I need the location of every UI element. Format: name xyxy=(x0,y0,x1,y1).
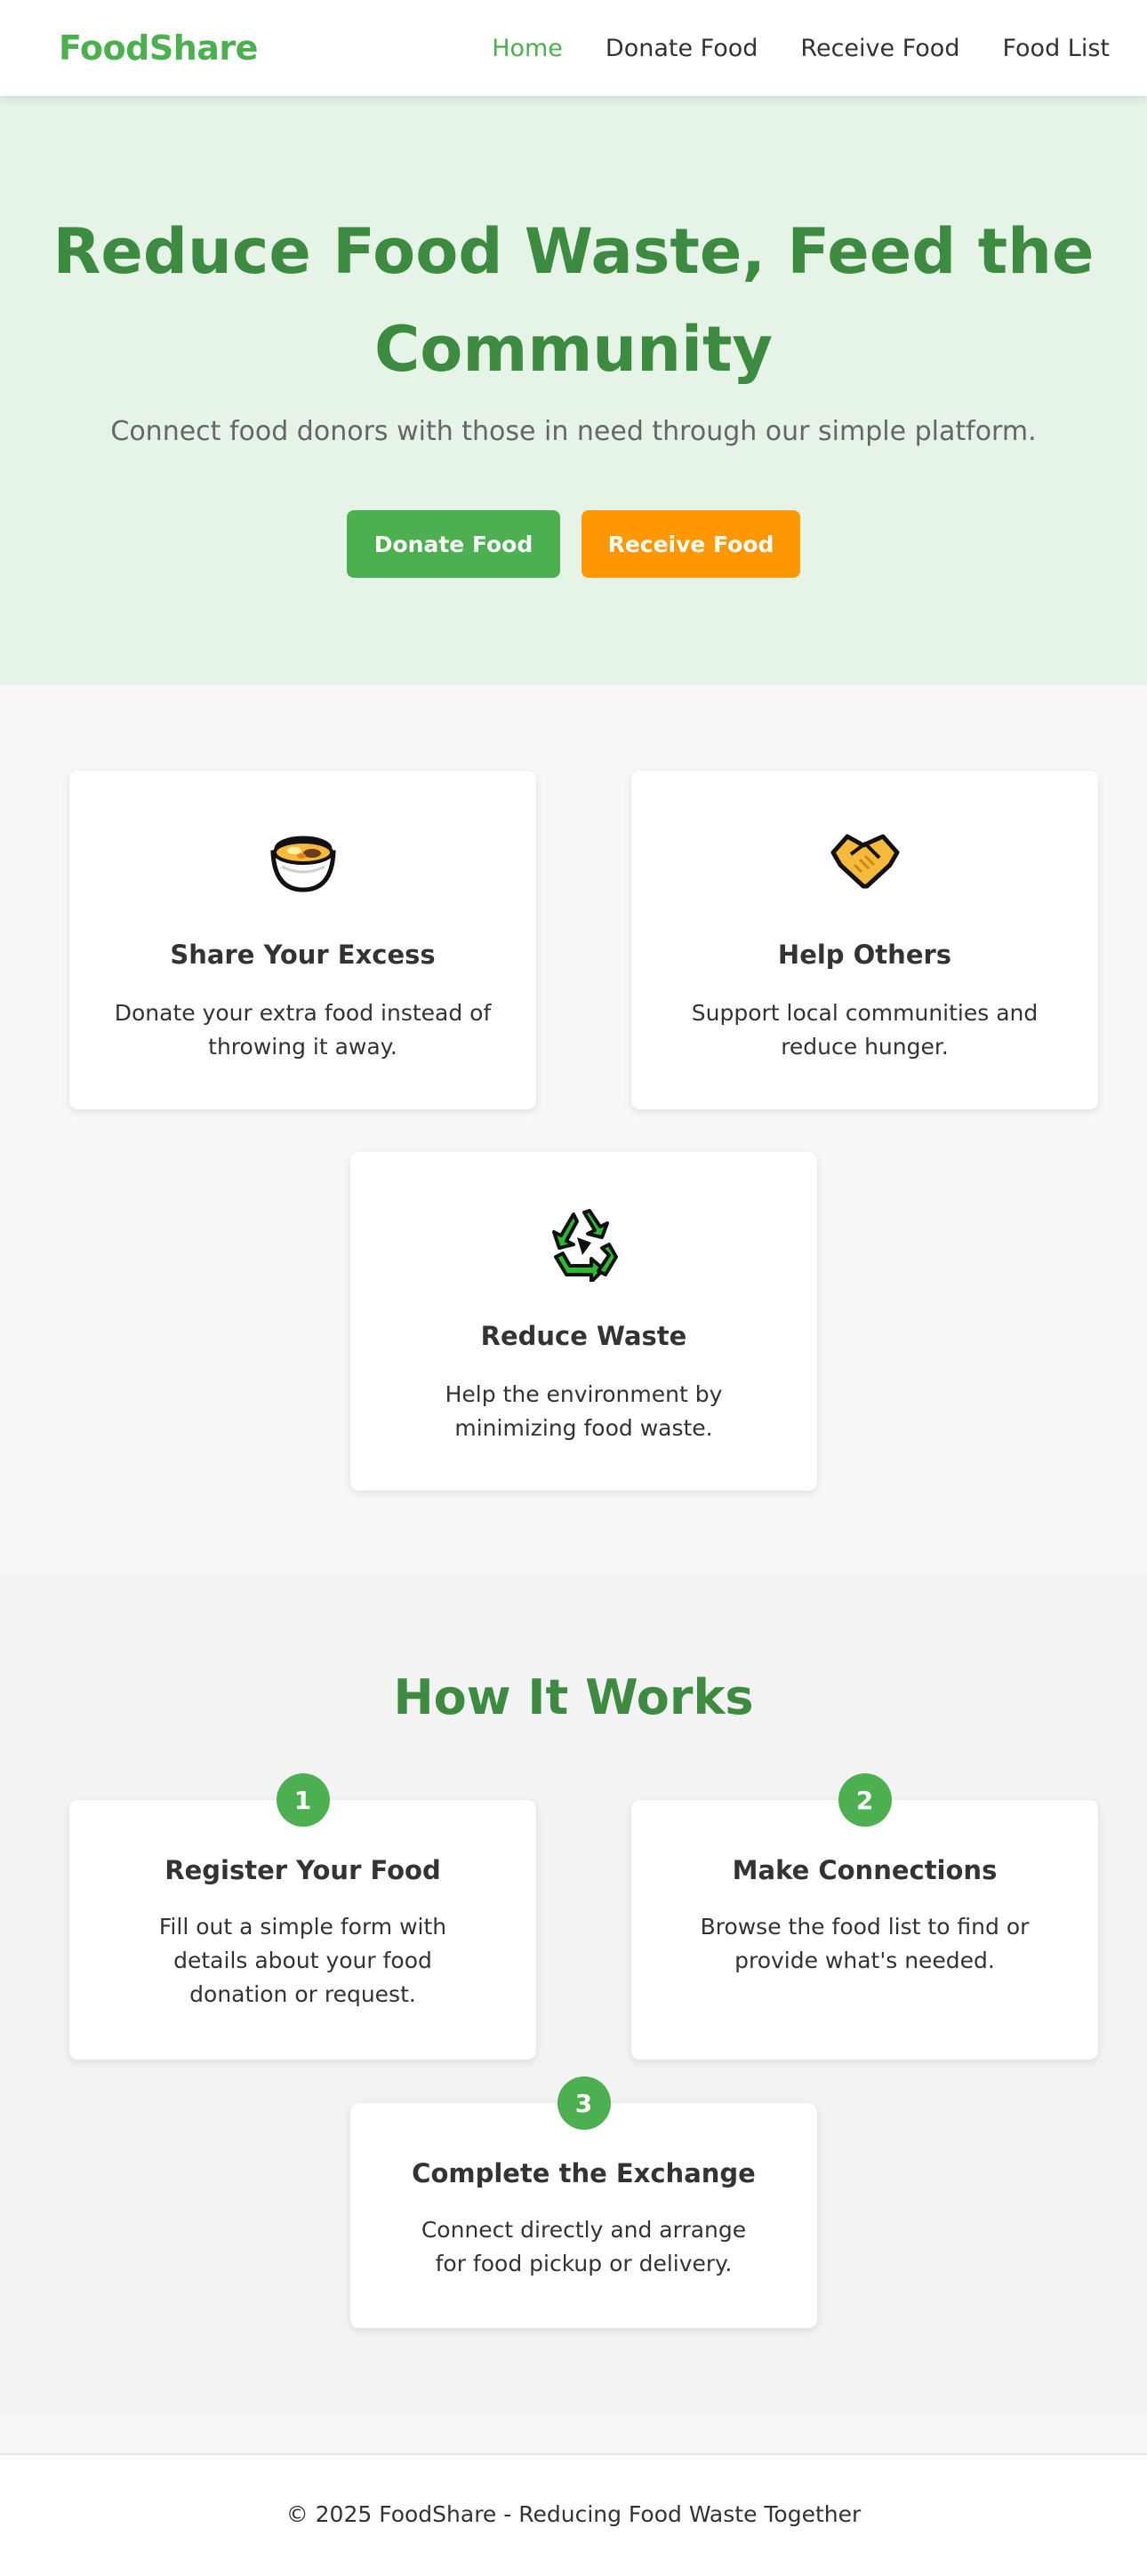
feature-card-reduce: Reduce Waste Help the environment by min… xyxy=(350,1152,817,1491)
nav-links: Home Donate Food Receive Food Food List xyxy=(492,35,1110,62)
donate-food-button[interactable]: Donate Food xyxy=(347,510,560,578)
how-it-works-title: How It Works xyxy=(393,1669,754,1725)
hero-subtitle: Connect food donors with those in need t… xyxy=(110,416,1037,447)
brand-logo[interactable]: FoodShare xyxy=(59,28,258,68)
nav-link-food-list[interactable]: Food List xyxy=(1002,35,1110,62)
food-bowl-icon xyxy=(69,826,536,897)
feature-card-help: Help Others Support local communities an… xyxy=(631,771,1098,1109)
step-title: Complete the Exchange xyxy=(412,2158,756,2188)
page-footer: © 2025 FoodShare - Reducing Food Waste T… xyxy=(0,2453,1147,2576)
step-text: Fill out a simple form with details abou… xyxy=(158,1914,447,2007)
step-text: Connect directly and arrange for food pi… xyxy=(421,2217,747,2276)
receive-food-button[interactable]: Receive Food xyxy=(582,510,800,578)
step-number-badge: 2 xyxy=(838,1773,892,1827)
step-card-1: 1 Register Your Food Fill out a simple f… xyxy=(69,1773,536,2060)
feature-card-share: Share Your Excess Donate your extra food… xyxy=(69,771,536,1109)
hero-title: Reduce Food Waste, Feed the Community xyxy=(0,203,1147,398)
feature-title: Help Others xyxy=(777,940,952,970)
hero-section: Reduce Food Waste, Feed the Community Co… xyxy=(0,96,1147,685)
feature-title: Reduce Waste xyxy=(480,1321,687,1351)
step-number-badge: 3 xyxy=(557,2076,611,2130)
top-nav: FoodShare Home Donate Food Receive Food … xyxy=(0,0,1147,96)
hero-title-line-2: Community xyxy=(373,313,774,386)
hero-buttons: Donate Food Receive Food xyxy=(0,510,1147,578)
features-section: Share Your Excess Donate your extra food… xyxy=(0,685,1147,1576)
feature-text: Donate your extra food instead of throwi… xyxy=(114,1000,492,1060)
feature-text: Support local communities and reduce hun… xyxy=(691,1000,1039,1060)
step-card-3: 3 Complete the Exchange Connect directly… xyxy=(350,2076,817,2328)
nav-link-home[interactable]: Home xyxy=(492,35,563,62)
nav-link-receive-food[interactable]: Receive Food xyxy=(800,35,959,62)
hero-title-line-1: Reduce Food Waste, Feed the xyxy=(52,215,1095,288)
step-card-2: 2 Make Connections Browse the food list … xyxy=(631,1773,1098,2060)
handshake-icon xyxy=(631,826,1098,897)
feature-title: Share Your Excess xyxy=(170,940,436,970)
step-title: Make Connections xyxy=(732,1855,998,1885)
how-it-works-section: How It Works 1 Register Your Food Fill o… xyxy=(0,1576,1147,2413)
step-number-badge: 1 xyxy=(276,1773,330,1827)
footer-copyright: © 2025 FoodShare - Reducing Food Waste T… xyxy=(285,2501,862,2527)
nav-link-donate-food[interactable]: Donate Food xyxy=(606,35,758,62)
feature-text: Help the environment by minimizing food … xyxy=(445,1381,723,1441)
step-title: Register Your Food xyxy=(164,1855,441,1885)
recycle-icon xyxy=(350,1207,817,1282)
step-text: Browse the food list to find or provide … xyxy=(700,1914,1030,1973)
